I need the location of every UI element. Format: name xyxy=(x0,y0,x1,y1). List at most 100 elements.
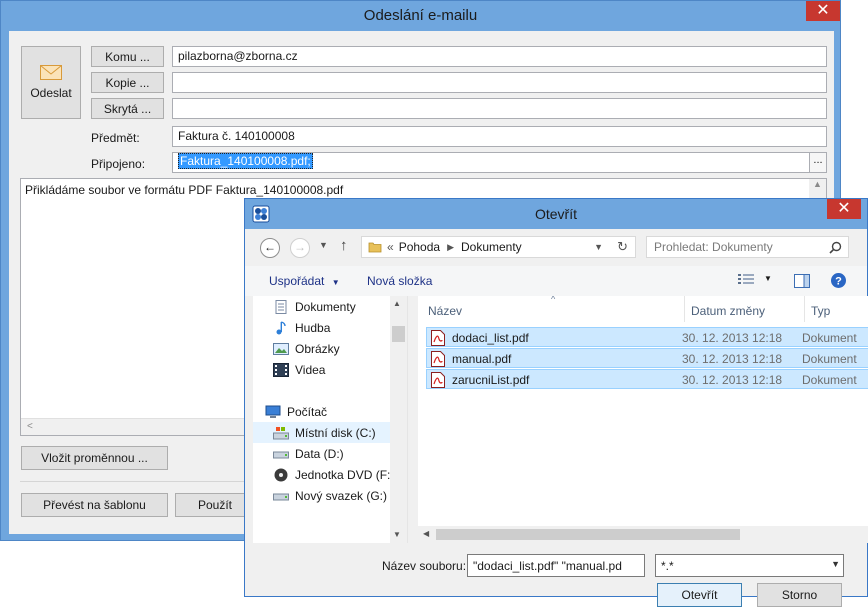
file-type: Dokument xyxy=(802,331,857,345)
open-dialog: Otevřít ✕ ← → ▼ ↑ « Pohoda ▶ Dokumenty ▼… xyxy=(244,198,868,607)
filename-value: "dodaci_list.pdf" "manual.pd xyxy=(473,559,622,573)
up-arrow-icon[interactable]: ↑ xyxy=(340,237,348,254)
nav-item-local-disk-c[interactable]: Místní disk (C:) xyxy=(253,422,391,443)
pdf-file-icon xyxy=(431,372,445,388)
nav-item-dvd-f[interactable]: Jednotka DVD (F: xyxy=(273,464,407,485)
computer-icon xyxy=(265,405,281,418)
open-close-button[interactable]: ✕ xyxy=(827,199,861,219)
insert-variable-button[interactable]: Vložit proměnnou ... xyxy=(21,446,168,470)
scroll-left-icon: ◀ xyxy=(423,529,430,538)
nav-item-label: Dokumenty xyxy=(295,299,356,314)
email-close-button[interactable]: ✕ xyxy=(806,1,840,21)
file-horizontal-scrollbar[interactable]: ◀ xyxy=(418,526,868,543)
nav-scroll-thumb[interactable] xyxy=(392,326,405,342)
nav-item-label: Nový svazek (G:) xyxy=(295,488,388,503)
bcc-button[interactable]: Skrytá ... xyxy=(91,98,164,119)
file-name: zarucniList.pdf xyxy=(452,373,530,387)
open-dialog-title: Otevřít xyxy=(534,206,577,222)
nav-item-music[interactable]: Hudba xyxy=(273,317,407,338)
file-type-filter[interactable]: *.* ▼ xyxy=(655,554,844,577)
preview-pane-icon[interactable] xyxy=(794,273,810,289)
file-name: dodaci_list.pdf xyxy=(452,331,529,345)
attached-label: Připojeno: xyxy=(91,157,146,171)
bcc-field[interactable] xyxy=(172,98,827,119)
email-window-title: Odeslání e-mailu xyxy=(363,7,478,24)
view-chevron-icon: ▼ xyxy=(764,274,772,283)
to-button[interactable]: Komu ... xyxy=(91,46,164,67)
scroll-down-icon: ▼ xyxy=(393,530,401,539)
open-button[interactable]: Otevřít xyxy=(657,583,742,607)
open-title-bar: Otevřít ✕ xyxy=(245,199,867,229)
organize-menu[interactable]: Uspořádat ▼ xyxy=(269,274,340,288)
file-scroll-thumb[interactable] xyxy=(436,529,740,540)
breadcrumb-item-dokumenty[interactable]: Dokumenty xyxy=(461,240,522,254)
to-field[interactable]: pilazborna@zborna.cz xyxy=(172,46,827,67)
scroll-up-icon: ▲ xyxy=(813,179,822,189)
drive-icon xyxy=(273,451,289,458)
column-header-date[interactable]: Datum změny xyxy=(685,296,805,322)
file-name: manual.pdf xyxy=(452,352,512,366)
search-icon[interactable] xyxy=(829,241,842,254)
pdf-file-icon xyxy=(431,330,445,346)
view-options-button[interactable]: ▼ xyxy=(738,273,772,289)
cancel-button[interactable]: Storno xyxy=(757,583,842,607)
address-dropdown-icon[interactable]: ▼ xyxy=(594,242,603,252)
column-header-name[interactable]: Název xyxy=(422,296,685,322)
file-date: 30. 12. 2013 12:18 xyxy=(682,331,783,345)
address-bar[interactable]: « Pohoda ▶ Dokumenty ▼ ↻ xyxy=(361,236,636,258)
nav-item-videos[interactable]: Videa xyxy=(273,359,407,380)
nav-item-new-volume-g[interactable]: Nový svazek (G:) xyxy=(273,485,407,506)
drive-icon xyxy=(273,493,289,500)
file-type: Dokument xyxy=(802,373,857,387)
back-arrow-icon[interactable]: ← xyxy=(260,238,280,258)
file-date: 30. 12. 2013 12:18 xyxy=(682,352,783,366)
new-folder-button[interactable]: Nová složka xyxy=(367,274,432,288)
file-row[interactable]: zarucniList.pdf 30. 12. 2013 12:18 Dokum… xyxy=(426,369,868,389)
details-view-icon xyxy=(738,274,754,284)
nav-item-computer[interactable]: Počítač xyxy=(265,401,403,422)
search-box[interactable]: Prohledat: Dokumenty xyxy=(646,236,849,258)
use-button[interactable]: Použít xyxy=(175,493,255,517)
cc-field[interactable] xyxy=(172,72,827,93)
documents-icon xyxy=(275,299,287,314)
nav-item-label: Jednotka DVD (F: xyxy=(295,467,391,482)
breadcrumb-prefix: « xyxy=(387,240,394,254)
nav-item-label: Hudba xyxy=(295,320,331,335)
nav-item-data-d[interactable]: Data (D:) xyxy=(273,443,407,464)
nav-item-pictures[interactable]: Obrázky xyxy=(273,338,407,359)
file-row[interactable]: manual.pdf 30. 12. 2013 12:18 Dokument xyxy=(426,348,868,368)
dvd-icon xyxy=(274,468,288,481)
organize-label: Uspořádat xyxy=(269,274,325,288)
send-button[interactable]: Odeslat xyxy=(21,46,81,119)
browse-attachment-button[interactable]: ... xyxy=(809,153,826,172)
nav-vertical-scrollbar[interactable]: ▲ ▼ xyxy=(390,296,407,543)
nav-item-label: Videa xyxy=(295,362,326,377)
recent-locations-chevron-icon[interactable]: ▼ xyxy=(319,240,328,250)
scroll-up-icon: ▲ xyxy=(393,299,401,308)
column-header-type[interactable]: Typ xyxy=(805,296,868,322)
help-icon[interactable]: ? xyxy=(830,272,847,289)
filename-field[interactable]: "dodaci_list.pdf" "manual.pd xyxy=(467,554,645,577)
nav-item-documents[interactable]: Dokumenty xyxy=(273,296,407,317)
refresh-icon[interactable]: ↻ xyxy=(617,239,628,255)
email-title-bar: Odeslání e-mailu ✕ xyxy=(1,1,840,31)
open-dialog-body: ← → ▼ ↑ « Pohoda ▶ Dokumenty ▼ ↻ Prohled… xyxy=(245,229,868,607)
file-row[interactable]: dodaci_list.pdf 30. 12. 2013 12:18 Dokum… xyxy=(426,327,868,347)
cc-button[interactable]: Kopie ... xyxy=(91,72,164,93)
nav-item-label: Data (D:) xyxy=(295,446,344,461)
file-type: Dokument xyxy=(802,352,857,366)
pictures-icon xyxy=(273,342,289,355)
nav-item-label: Obrázky xyxy=(295,341,340,356)
folder-icon xyxy=(368,242,382,253)
file-list: ^ Název Datum změny Typ dodaci_list.pdf … xyxy=(418,296,868,543)
attached-field[interactable]: Faktura_140100008.pdf; ... xyxy=(172,152,827,173)
forward-arrow-icon[interactable]: → xyxy=(290,238,310,258)
envelope-icon xyxy=(40,65,62,80)
drive-icon xyxy=(273,426,289,439)
nav-item-label: Počítač xyxy=(287,404,328,419)
music-icon xyxy=(276,320,286,334)
breadcrumb-item-pohoda[interactable]: Pohoda xyxy=(399,240,440,254)
convert-template-button[interactable]: Převést na šablonu xyxy=(21,493,168,517)
command-toolbar: Uspořádat ▼ Nová složka ▼ ? xyxy=(245,266,867,296)
subject-field[interactable]: Faktura č. 140100008 xyxy=(172,126,827,147)
